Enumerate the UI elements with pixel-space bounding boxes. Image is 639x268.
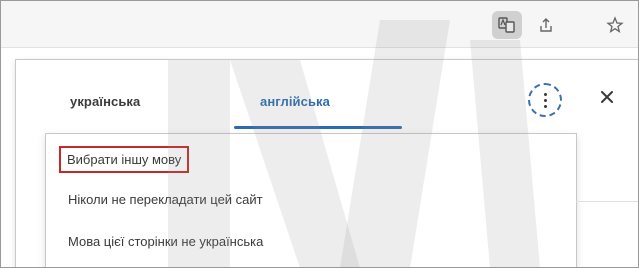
divider [576, 201, 638, 202]
more-options-button[interactable] [528, 83, 562, 117]
menu-item-never-translate-site[interactable]: Ніколи не перекладати цей сайт [62, 188, 269, 211]
translate-button[interactable] [492, 11, 522, 39]
favorite-button[interactable] [600, 11, 630, 39]
menu-item-choose-language[interactable]: Вибрати іншу мову [59, 146, 190, 173]
share-icon [540, 18, 552, 32]
close-icon [601, 91, 613, 103]
translate-icon [498, 17, 515, 33]
share-button[interactable] [531, 11, 561, 39]
tab-source-language[interactable]: українська [70, 94, 140, 109]
browser-toolbar [1, 1, 638, 48]
options-menu: Вибрати іншу мову Ніколи не перекладати … [45, 133, 577, 267]
star-icon [606, 16, 624, 33]
more-vert-icon [543, 92, 547, 108]
tab-target-language[interactable]: англійська [260, 94, 330, 109]
active-tab-indicator [234, 126, 402, 129]
menu-item-page-not-ukrainian[interactable]: Мова цієї сторінки не українська [62, 230, 269, 253]
close-button[interactable] [594, 84, 620, 110]
browser-frame: українська англійська Вибрати іншу мову … [0, 0, 639, 268]
